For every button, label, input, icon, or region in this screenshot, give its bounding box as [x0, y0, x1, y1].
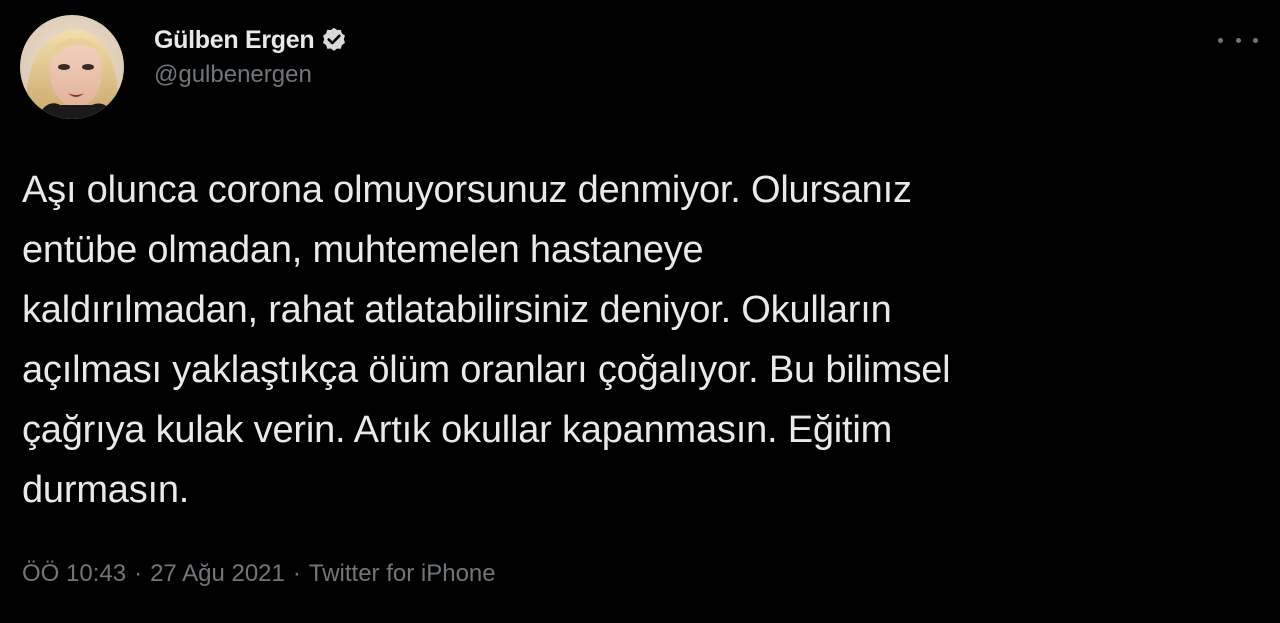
tweet-header: Gülben Ergen @gulbenergen: [20, 15, 348, 119]
verified-badge-icon: [320, 26, 348, 54]
more-dot: [1253, 37, 1258, 43]
tweet-time[interactable]: ÖÖ 10:43: [22, 560, 126, 588]
tweet-text-line: durmasın.: [22, 469, 190, 511]
author-display-name[interactable]: Gülben Ergen: [154, 26, 315, 55]
tweet-text-line: kaldırılmadan, rahat atlatabilirsiniz de…: [22, 289, 892, 331]
profile-photo: [20, 15, 124, 119]
tweet-text-line: çağrıya kulak verin. Artık okullar kapan…: [22, 409, 893, 451]
more-dot: [1235, 37, 1241, 43]
name-row: Gülben Ergen: [154, 26, 348, 55]
author-handle[interactable]: @gulbenergen: [154, 61, 348, 89]
tweet-text-line: Aşı olunca corona olmuyorsunuz denmiyor.…: [22, 169, 912, 211]
tweet-date[interactable]: 27 Ağu 2021: [150, 560, 285, 588]
author-names: Gülben Ergen @gulbenergen: [154, 26, 348, 89]
tweet-text: Aşı olunca corona olmuyorsunuz denmiyor.…: [22, 160, 1262, 520]
more-options-icon[interactable]: [1218, 30, 1258, 50]
more-dot: [1218, 37, 1223, 43]
tweet-source[interactable]: Twitter for iPhone: [309, 560, 496, 588]
meta-separator: ·: [134, 560, 143, 587]
tweet-meta: ÖÖ 10:43 · 27 Ağu 2021 · Twitter for iPh…: [22, 560, 496, 588]
tweet-text-line: açılması yaklaştıkça ölüm oranları çoğal…: [22, 349, 951, 391]
tweet-card: Gülben Ergen @gulbenergen Aşı olunca cor…: [0, 0, 1280, 623]
avatar[interactable]: [20, 15, 124, 119]
meta-separator: ·: [292, 560, 301, 587]
tweet-text-line: entübe olmadan, muhtemelen hastaneye: [22, 229, 704, 271]
